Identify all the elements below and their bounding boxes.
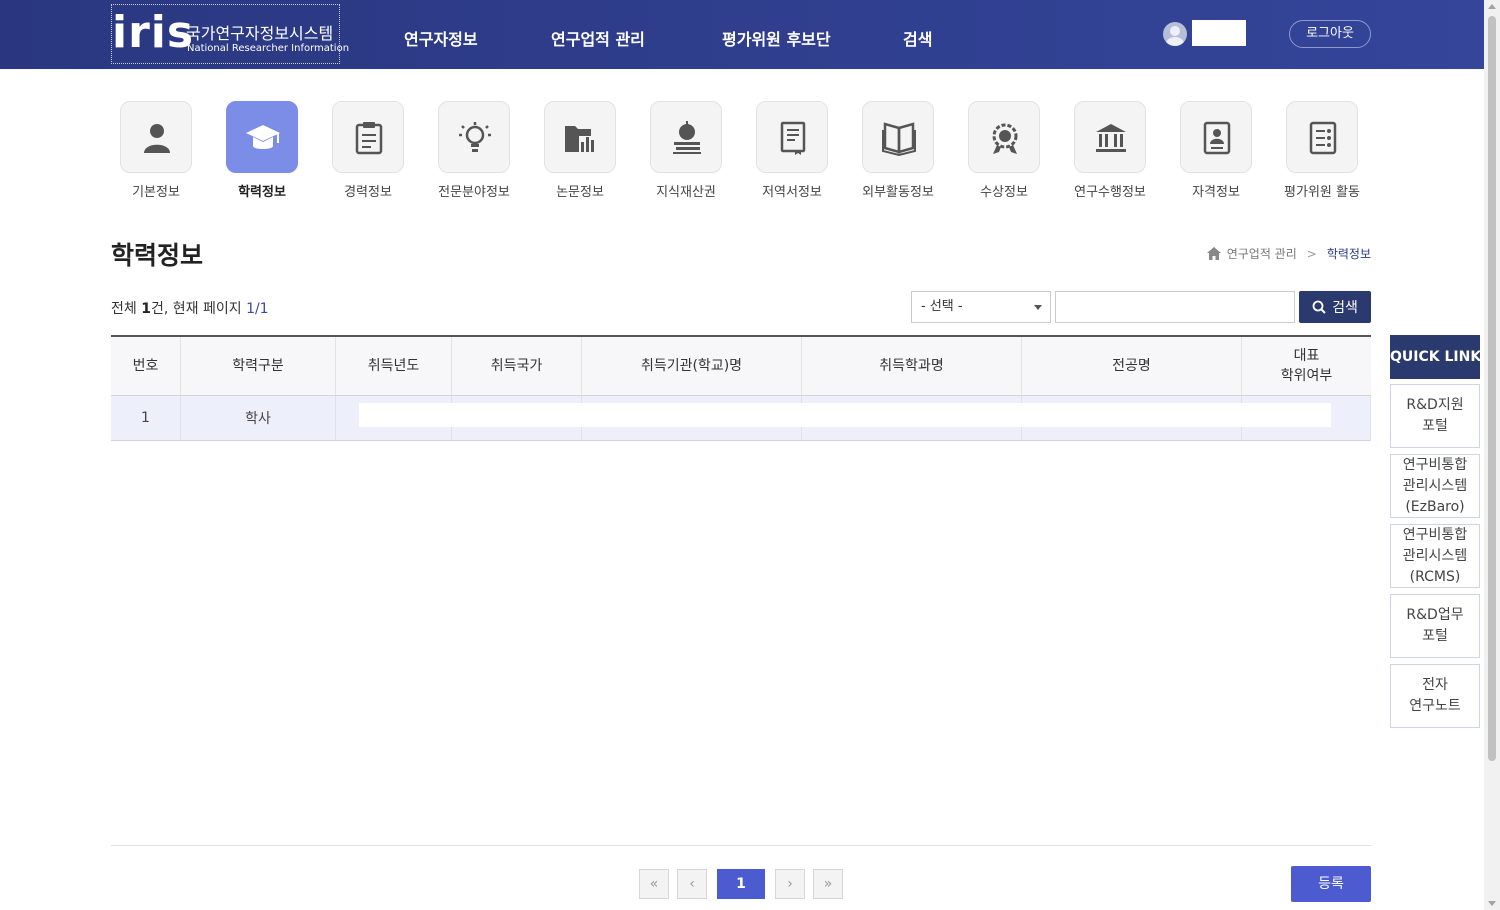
category-label: 연구수행정보 [1074, 185, 1146, 200]
page-indicator: 1/1 [246, 301, 269, 317]
logout-button[interactable]: 로그아웃 [1289, 20, 1371, 48]
person-icon [144, 124, 170, 153]
column-header: 대표 학위여부 [1280, 348, 1333, 384]
category-research-performance[interactable]: 연구수행정보 [1055, 101, 1165, 200]
category-career-info[interactable]: 경력정보 [313, 101, 423, 200]
search-type-select[interactable]: - 선택 - [911, 291, 1051, 323]
category-evaluator-activity[interactable]: 평가위원 활동 [1267, 101, 1377, 200]
nav-search[interactable]: 검색 [903, 26, 932, 50]
column-header: 취득국가 [452, 337, 582, 395]
column-header: 번호 [111, 337, 181, 395]
institution-icon [1096, 124, 1126, 152]
top-header: iris 국가연구자정보시스템 National Researcher Info… [0, 0, 1484, 69]
next-page-button[interactable]: › [775, 869, 805, 899]
category-expertise-info[interactable]: 전문분야정보 [419, 101, 529, 200]
user-avatar-icon [1163, 22, 1187, 46]
cell-number: 1 [111, 396, 181, 440]
column-header: 전공명 [1022, 337, 1242, 395]
logo-system-name-en: National Researcher Information [187, 43, 350, 54]
divider [111, 845, 1371, 846]
quick-link-e-lab-note[interactable]: 전자 연구노트 [1390, 664, 1480, 728]
first-page-button[interactable]: « [639, 869, 669, 899]
category-paper-info[interactable]: 논문정보 [525, 101, 635, 200]
scroll-down-arrow-icon[interactable] [1488, 901, 1496, 906]
category-intellectual-property[interactable]: 지식재산권 [631, 101, 741, 200]
current-page-button[interactable]: 1 [717, 869, 765, 899]
page-title: 학력정보 [111, 241, 204, 270]
graduation-cap-icon [246, 125, 280, 149]
category-external-activity[interactable]: 외부활동정보 [843, 101, 953, 200]
quick-link-rnd-work-portal[interactable]: R&D업무 포털 [1390, 594, 1480, 658]
breadcrumb-current: 학력정보 [1326, 247, 1371, 261]
category-label: 평가위원 활동 [1284, 185, 1360, 200]
page-scrollbar[interactable] [1484, 0, 1500, 910]
category-label: 논문정보 [556, 185, 604, 200]
book-icon [780, 121, 806, 155]
id-card-icon [1203, 121, 1231, 155]
username [1192, 20, 1246, 46]
category-label: 저역서정보 [762, 185, 822, 200]
register-button[interactable]: 등록 [1291, 866, 1371, 902]
site-logo[interactable]: iris 국가연구자정보시스템 National Researcher Info… [111, 4, 349, 64]
home-icon[interactable] [1206, 247, 1221, 260]
category-label: 수상정보 [980, 185, 1028, 200]
search-button-label: 검색 [1332, 300, 1358, 316]
chevron-down-icon [1034, 305, 1042, 310]
checklist-icon [1309, 121, 1337, 155]
logo-wordmark: iris [112, 7, 195, 58]
search-button[interactable]: 검색 [1299, 291, 1371, 323]
category-label: 학력정보 [238, 185, 286, 200]
nav-evaluator-candidates[interactable]: 평가위원 후보단 [722, 26, 831, 50]
clipboard-icon [355, 122, 383, 155]
category-label: 지식재산권 [656, 185, 716, 200]
result-count: 전체 1건, 현재 페이지 1/1 [111, 301, 269, 317]
logo-system-name: 국가연구자정보시스템 [186, 24, 334, 43]
search-icon [1312, 300, 1326, 314]
category-qualification-info[interactable]: 자격정보 [1161, 101, 1271, 200]
breadcrumb-separator-icon: > [1306, 246, 1317, 261]
folder-chart-icon [565, 126, 594, 152]
breadcrumb-item[interactable]: 연구업적 관리 [1227, 245, 1297, 262]
category-award-info[interactable]: 수상정보 [949, 101, 1059, 200]
nav-researcher-info[interactable]: 연구자정보 [404, 26, 478, 50]
category-basic-info[interactable]: 기본정보 [101, 101, 211, 200]
scroll-up-arrow-icon[interactable] [1488, 4, 1496, 9]
category-label: 경력정보 [344, 185, 392, 200]
column-header: 학력구분 [181, 337, 336, 395]
category-label: 자격정보 [1192, 185, 1240, 200]
nav-achievement-management[interactable]: 연구업적 관리 [551, 26, 645, 50]
cell-degree-type[interactable]: 학사 [181, 396, 336, 440]
award-icon [992, 123, 1018, 154]
column-header: 취득기관(학교)명 [582, 337, 802, 395]
total-count: 1 [141, 301, 151, 317]
category-label: 기본정보 [132, 185, 180, 200]
quick-link-rnd-portal[interactable]: R&D지원 포털 [1390, 384, 1480, 448]
search-input[interactable] [1055, 291, 1295, 323]
breadcrumb: 연구업적 관리 > 학력정보 [1206, 245, 1371, 262]
table-header: 번호 학력구분 취득년도 취득국가 취득기관(학교)명 취득학과명 전공명 대표… [111, 337, 1371, 396]
quick-link-ezbaro[interactable]: 연구비통합 관리시스템 (EzBaro) [1390, 454, 1480, 518]
table-row[interactable]: 1 학사 [111, 396, 1371, 441]
scroll-thumb[interactable] [1488, 16, 1496, 761]
education-table: 번호 학력구분 취득년도 취득국가 취득기관(학교)명 취득학과명 전공명 대표… [111, 335, 1371, 441]
category-education-info[interactable]: 학력정보 [207, 101, 317, 200]
prev-page-button[interactable]: ‹ [677, 869, 707, 899]
column-header: 취득년도 [336, 337, 452, 395]
column-header: 취득학과명 [802, 337, 1022, 395]
category-books-info[interactable]: 저역서정보 [737, 101, 847, 200]
category-label: 전문분야정보 [438, 185, 510, 200]
category-label: 외부활동정보 [862, 185, 934, 200]
select-value: - 선택 - [921, 299, 963, 314]
last-page-button[interactable]: » [813, 869, 843, 899]
lightbulb-icon [459, 122, 491, 152]
quick-link-title: QUICK LINK [1390, 335, 1481, 379]
quick-link-rcms[interactable]: 연구비통합 관리시스템 (RCMS) [1390, 524, 1480, 588]
redacted-area [359, 403, 1331, 427]
apple-books-icon [673, 121, 701, 154]
open-book-icon [882, 122, 916, 156]
